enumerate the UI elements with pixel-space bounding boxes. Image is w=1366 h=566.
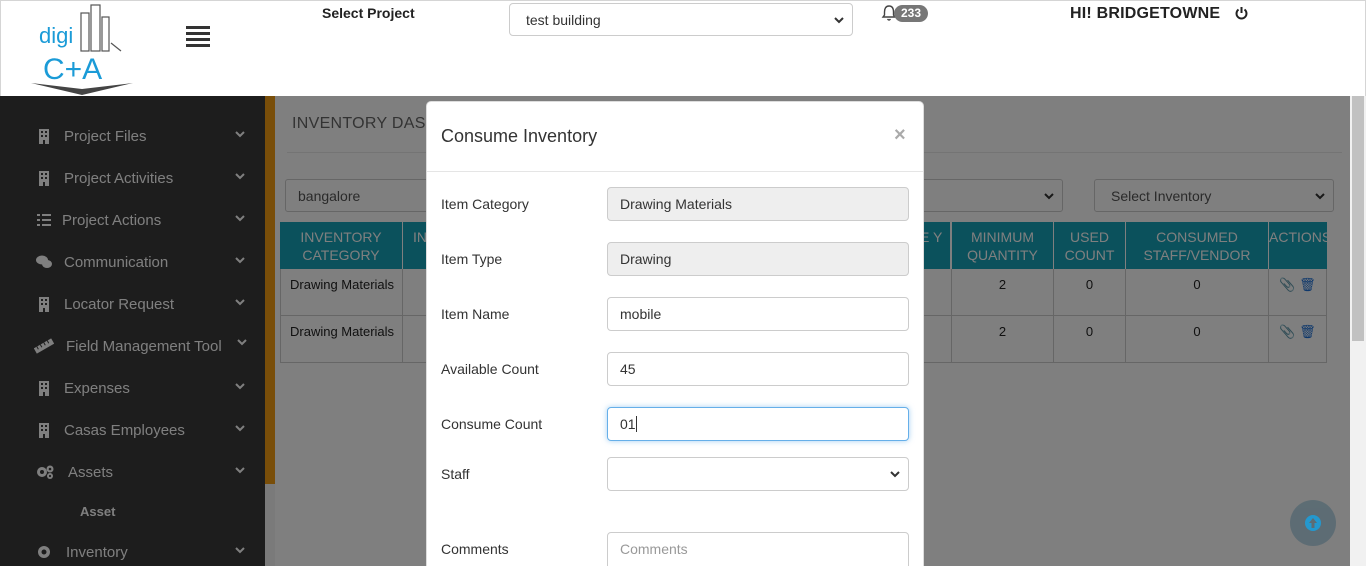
arrow-up-icon <box>1305 515 1321 531</box>
available-count-field[interactable]: 45 <box>607 352 909 386</box>
available-count-label: Available Count <box>441 361 539 377</box>
chevron-down-icon <box>890 471 900 478</box>
comments-placeholder: Comments <box>620 541 688 557</box>
consume-count-label: Consume Count <box>441 416 543 432</box>
notification-badge[interactable]: 233 <box>894 5 929 22</box>
consume-count-field[interactable]: 01 <box>607 407 909 441</box>
project-select-value: test building <box>526 12 601 28</box>
project-select[interactable]: test building <box>509 3 853 36</box>
consume-inventory-modal: Consume Inventory × Item Category Drawin… <box>426 101 924 566</box>
page-scrollbar[interactable] <box>1350 96 1366 566</box>
staff-label: Staff <box>441 466 470 482</box>
item-category-value: Drawing Materials <box>620 196 733 212</box>
item-type-value: Drawing <box>620 251 672 267</box>
item-category-field: Drawing Materials <box>607 187 909 221</box>
item-name-field[interactable]: mobile <box>607 297 909 331</box>
power-icon[interactable] <box>1234 6 1249 21</box>
comments-label: Comments <box>441 541 509 557</box>
consume-count-value: 01 <box>620 416 636 432</box>
select-project-label: Select Project <box>322 5 415 21</box>
item-type-label: Item Type <box>441 251 503 267</box>
chevron-down-icon <box>834 17 844 24</box>
scrollbar-thumb[interactable] <box>1352 96 1364 341</box>
divider <box>427 171 923 172</box>
text-cursor <box>635 416 637 432</box>
scroll-to-top-button[interactable] <box>1290 500 1336 546</box>
menu-toggle-icon[interactable] <box>186 26 210 47</box>
logo-text-bottom: C+A <box>43 53 102 86</box>
available-count-value: 45 <box>620 361 636 377</box>
item-name-label: Item Name <box>441 306 510 322</box>
staff-select[interactable] <box>607 457 909 491</box>
item-name-value: mobile <box>620 306 662 322</box>
user-greeting: HI! BRIDGETOWNE <box>1070 5 1221 22</box>
item-category-label: Item Category <box>441 196 529 212</box>
comments-textarea[interactable]: Comments <box>607 532 909 566</box>
item-type-field: Drawing <box>607 242 909 276</box>
logo-text-top: digi <box>39 23 73 48</box>
top-header: digi C+A Select Project test building 23… <box>0 0 1366 96</box>
close-icon[interactable]: × <box>894 124 906 147</box>
app-logo[interactable]: digi C+A <box>29 3 135 95</box>
modal-title: Consume Inventory <box>441 126 598 146</box>
